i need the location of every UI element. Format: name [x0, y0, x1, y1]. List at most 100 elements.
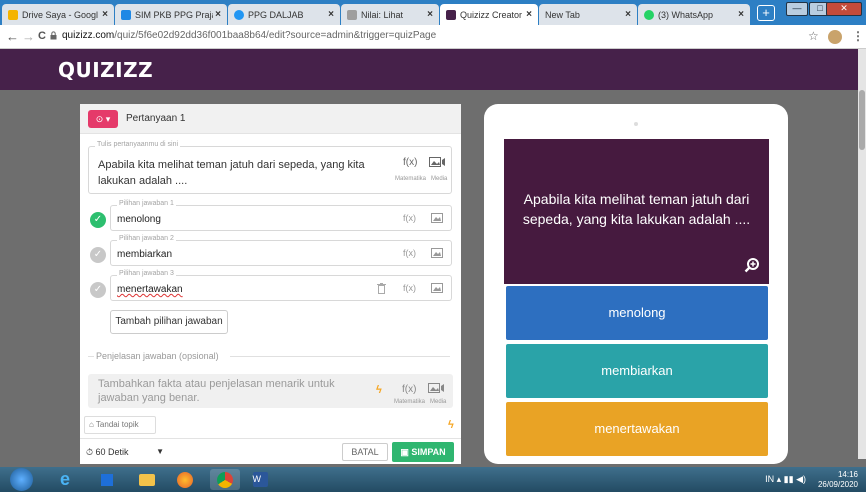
image-icon[interactable] — [431, 283, 443, 293]
editor-footer: ⏱ 60 Detik ▼ BATAL ▣ SIMPAN — [80, 438, 461, 464]
url-path: /quiz/5f6e02d92dd36f001baa8b64/edit?sour… — [114, 30, 437, 41]
whatsapp-icon — [644, 9, 654, 20]
preview-tablet: Apabila kita melihat teman jatuh dari se… — [484, 104, 788, 464]
language-indicator[interactable]: IN — [765, 474, 774, 484]
answer-field[interactable]: Pilihan jawaban 2 membiarkan f(x) — [110, 235, 452, 266]
media-icon[interactable] — [428, 383, 446, 394]
save-label: SIMPAN — [411, 447, 446, 457]
preview-option[interactable]: menertawakan — [506, 402, 768, 456]
firefox-icon[interactable] — [170, 469, 200, 490]
lightning-icon[interactable]: ϟ — [448, 419, 454, 431]
correct-answer-toggle[interactable]: ✓ — [90, 212, 106, 228]
start-button[interactable] — [10, 468, 33, 491]
math-caption: Matematika — [395, 176, 427, 182]
profile-avatar[interactable] — [828, 30, 842, 44]
answer-field[interactable]: Pilihan jawaban 1 menolong f(x) — [110, 200, 452, 231]
math-editor-button[interactable]: f(x) — [403, 157, 417, 168]
close-tab-icon[interactable]: × — [425, 9, 435, 20]
question-field-label: Tulis pertanyaanmu di sini — [95, 141, 181, 148]
preview-option[interactable]: menolong — [506, 286, 768, 340]
quizizz-logo[interactable]: QUIZIZZ — [58, 58, 153, 82]
close-window-button[interactable]: ✕ — [826, 2, 862, 16]
tab-quizizz-creator[interactable]: Quizizz Creator × — [440, 4, 538, 25]
lightning-icon[interactable]: ϟ — [376, 384, 382, 396]
tab-whatsapp[interactable]: (3) WhatsApp × — [638, 4, 750, 25]
tray-arrow-icon[interactable]: ▴ — [777, 474, 784, 484]
word-icon[interactable]: W — [245, 469, 275, 490]
save-button[interactable]: ▣ SIMPAN — [392, 442, 454, 462]
tab-new-tab[interactable]: New Tab × — [539, 4, 637, 25]
close-tab-icon[interactable]: × — [736, 9, 746, 20]
tab-title: Nilai: Lihat — [361, 9, 404, 20]
internet-explorer-icon[interactable]: e — [50, 469, 80, 490]
divider — [88, 356, 94, 357]
forward-button[interactable]: → — [22, 29, 35, 44]
tag-topic-button[interactable]: ⌂ Tandai topik — [84, 416, 156, 434]
url-host: quizizz.com — [62, 30, 115, 41]
correct-answer-toggle[interactable]: ✓ — [90, 282, 106, 298]
math-editor-button[interactable]: f(x) — [403, 283, 416, 293]
tab-title: Drive Saya - Googl — [22, 9, 99, 20]
preview-option[interactable]: membiarkan — [506, 344, 768, 398]
minimize-button[interactable]: — — [786, 2, 808, 16]
image-icon[interactable] — [431, 248, 443, 258]
clock[interactable]: 14:16 26/09/2020 — [818, 470, 858, 490]
trash-icon[interactable] — [377, 283, 386, 294]
tab-title: (3) WhatsApp — [658, 9, 714, 20]
volume-icon[interactable]: ◀) — [796, 474, 806, 484]
question-type-dropdown[interactable]: ⊙ ▾ — [88, 110, 118, 128]
close-tab-icon[interactable]: × — [623, 9, 633, 20]
media-player-icon[interactable] — [92, 469, 122, 490]
cancel-button[interactable]: BATAL — [342, 443, 388, 461]
zoom-in-icon[interactable] — [744, 257, 760, 273]
close-tab-icon[interactable]: × — [213, 9, 223, 20]
correct-answer-toggle[interactable]: ✓ — [90, 247, 106, 263]
clock-time: 14:16 — [837, 470, 858, 479]
math-editor-button[interactable]: f(x) — [403, 248, 416, 258]
tab-ppg-daljab[interactable]: PPG DALJAB × — [228, 4, 340, 25]
timer-dropdown[interactable]: ⏱ 60 Detik ▼ — [86, 443, 170, 461]
timer-value: ⏱ 60 Detik — [86, 447, 129, 457]
tab-sim-pkb[interactable]: SIM PKB PPG Praja × — [115, 4, 227, 25]
answer-field[interactable]: Pilihan jawaban 3 menertawakan f(x) — [110, 270, 452, 301]
clock-date: 26/09/2020 — [817, 480, 858, 489]
tab-title: New Tab — [545, 9, 580, 20]
system-tray[interactable]: IN ▴ ▮▮ ◀) — [765, 474, 806, 485]
math-editor-button[interactable]: f(x) — [403, 213, 416, 223]
add-answer-button[interactable]: Tambah pilihan jawaban — [110, 310, 228, 334]
close-tab-icon[interactable]: × — [100, 9, 110, 20]
back-button[interactable]: ← — [6, 29, 19, 44]
tag-icon: ⌂ — [89, 420, 94, 429]
math-editor-button[interactable]: f(x) — [402, 384, 416, 395]
question-text[interactable]: Apabila kita melihat teman jatuh dari se… — [98, 157, 378, 189]
media-caption: Media — [431, 176, 448, 182]
image-icon[interactable] — [431, 213, 443, 223]
explanation-field[interactable]: Tambahkan fakta atau penjelasan menarik … — [88, 374, 453, 408]
lock-icon — [50, 31, 57, 40]
question-field[interactable]: Tulis pertanyaanmu di sini Apabila kita … — [88, 141, 452, 194]
file-explorer-icon[interactable] — [132, 469, 162, 490]
tab-nilai[interactable]: Nilai: Lihat × — [341, 4, 439, 25]
new-tab-button[interactable]: + — [757, 5, 775, 21]
scrollbar-thumb[interactable] — [859, 90, 865, 150]
drive-icon — [8, 9, 18, 20]
quizizz-icon — [446, 9, 456, 20]
media-icon[interactable] — [429, 157, 447, 168]
network-icon[interactable]: ▮▮ — [784, 474, 796, 484]
menu-kebab-icon[interactable]: ⋮ — [852, 29, 864, 43]
windows-taskbar: e W IN ▴ ▮▮ ◀) 14:16 26/09/2020 — [0, 467, 866, 492]
reload-button[interactable]: C — [38, 30, 46, 42]
tab-drive[interactable]: Drive Saya - Googl × — [2, 4, 114, 25]
answer-text[interactable]: membiarkan — [117, 249, 172, 260]
answer-field-label: Pilihan jawaban 3 — [117, 270, 176, 277]
url-field[interactable]: quizizz.com/quiz/5f6e02d92dd36f001baa8b6… — [62, 30, 436, 41]
bookmark-star-icon[interactable]: ☆ — [808, 29, 819, 43]
app-header: QUIZIZZ — [0, 49, 866, 90]
answer-text[interactable]: menolong — [117, 214, 161, 225]
preview-question-text: Apabila kita melihat teman jatuh dari se… — [522, 191, 751, 227]
preview-question: Apabila kita melihat teman jatuh dari se… — [504, 139, 769, 284]
answer-text[interactable]: menertawakan — [117, 284, 183, 295]
close-tab-icon[interactable]: × — [524, 9, 534, 20]
close-tab-icon[interactable]: × — [326, 9, 336, 20]
chrome-icon[interactable] — [210, 469, 240, 490]
